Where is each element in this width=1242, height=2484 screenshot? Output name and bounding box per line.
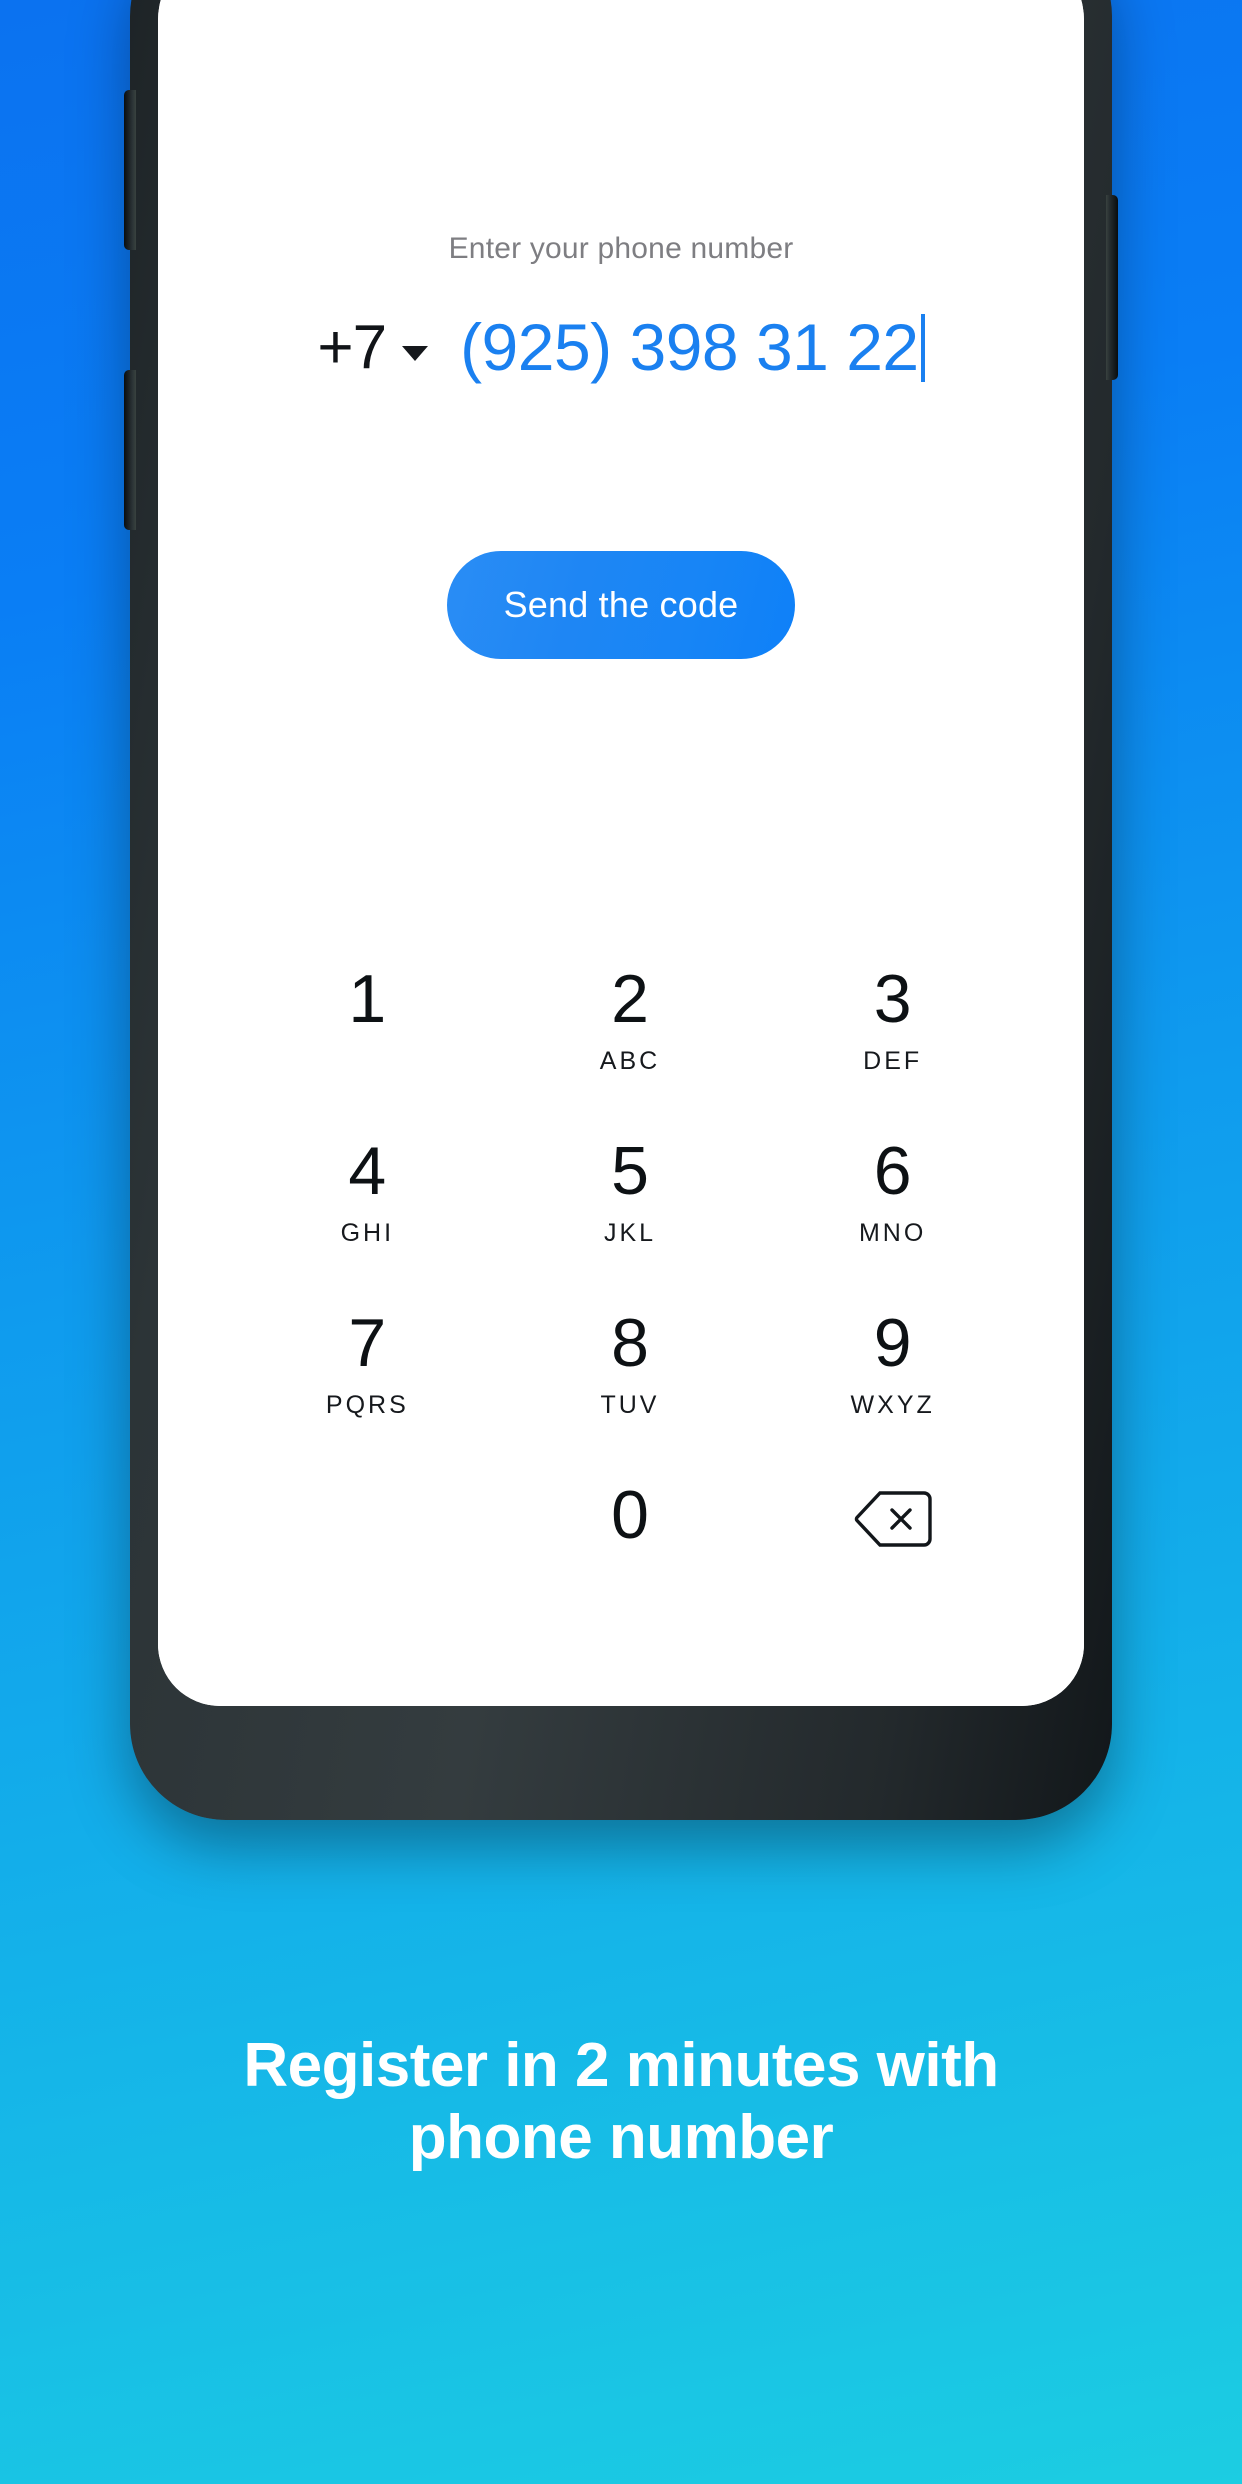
chevron-down-icon bbox=[402, 345, 429, 361]
promo-caption: Register in 2 minutes with phone number bbox=[0, 2030, 1242, 2174]
key-5[interactable]: 5 JKL bbox=[499, 1123, 762, 1295]
key-2[interactable]: 2 ABC bbox=[499, 951, 762, 1123]
caption-line-2: phone number bbox=[408, 2102, 834, 2172]
key-digit: 9 bbox=[873, 1305, 912, 1381]
phone-entry-row: +7 (925) 398 31 22 bbox=[158, 288, 1084, 408]
volume-down-button[interactable] bbox=[124, 370, 136, 530]
key-6[interactable]: 6 MNO bbox=[761, 1123, 1024, 1295]
phone-number-input[interactable]: (925) 398 31 22 bbox=[460, 314, 925, 382]
send-button-wrap: Send the code bbox=[158, 551, 1084, 659]
key-digit: 1 bbox=[348, 961, 387, 1037]
key-digit: 7 bbox=[348, 1305, 387, 1381]
key-letters: ABC bbox=[599, 1047, 661, 1075]
key-9[interactable]: 9 WXYZ bbox=[761, 1295, 1024, 1467]
volume-up-button[interactable] bbox=[124, 90, 136, 250]
text-cursor bbox=[920, 314, 925, 382]
key-blank bbox=[236, 1467, 499, 1639]
phone-number-value: (925) 398 31 22 bbox=[460, 310, 919, 384]
key-digit: 6 bbox=[873, 1133, 912, 1209]
backspace-key[interactable] bbox=[761, 1467, 1024, 1639]
caption-line-1: Register in 2 minutes with bbox=[243, 2031, 999, 2100]
country-code-selector[interactable]: +7 bbox=[317, 313, 429, 382]
promo-screenshot: Enter your phone number +7 (925) 398 31 … bbox=[0, 0, 1242, 2484]
key-letters: PQRS bbox=[325, 1391, 409, 1419]
key-letters: WXYZ bbox=[850, 1391, 935, 1419]
key-digit: 4 bbox=[348, 1133, 387, 1209]
key-letters: GHI bbox=[340, 1219, 395, 1247]
key-digit: 3 bbox=[873, 961, 912, 1037]
power-button[interactable] bbox=[1106, 195, 1118, 380]
key-7[interactable]: 7 PQRS bbox=[236, 1295, 499, 1467]
key-3[interactable]: 3 DEF bbox=[761, 951, 1024, 1123]
key-digit: 2 bbox=[611, 961, 649, 1037]
key-0[interactable]: 0 bbox=[499, 1467, 762, 1639]
phone-device: Enter your phone number +7 (925) 398 31 … bbox=[124, 0, 1118, 1820]
key-letters: JKL bbox=[603, 1219, 657, 1247]
key-4[interactable]: 4 GHI bbox=[236, 1123, 499, 1295]
key-8[interactable]: 8 TUV bbox=[499, 1295, 762, 1467]
key-letters: MNO bbox=[858, 1219, 927, 1247]
country-code-label: +7 bbox=[317, 313, 387, 382]
key-digit: 5 bbox=[611, 1133, 649, 1209]
key-1[interactable]: 1 bbox=[236, 951, 499, 1123]
key-digit: 8 bbox=[611, 1305, 649, 1381]
phone-screen: Enter your phone number +7 (925) 398 31 … bbox=[158, 0, 1084, 1706]
key-letters: DEF bbox=[863, 1047, 923, 1075]
backspace-icon bbox=[854, 1489, 932, 1554]
phone-registration-app: Enter your phone number +7 (925) 398 31 … bbox=[158, 0, 1084, 1706]
numeric-keypad: 1 2 ABC 3 DEF 4 GHI 5 JKL 6 MNO 7 PQRS 8… bbox=[236, 951, 1024, 1639]
key-letters: TUV bbox=[600, 1391, 660, 1419]
page-title: Enter your phone number bbox=[448, 232, 794, 265]
send-code-button[interactable]: Send the code bbox=[447, 551, 795, 659]
key-digit: 0 bbox=[611, 1477, 649, 1553]
